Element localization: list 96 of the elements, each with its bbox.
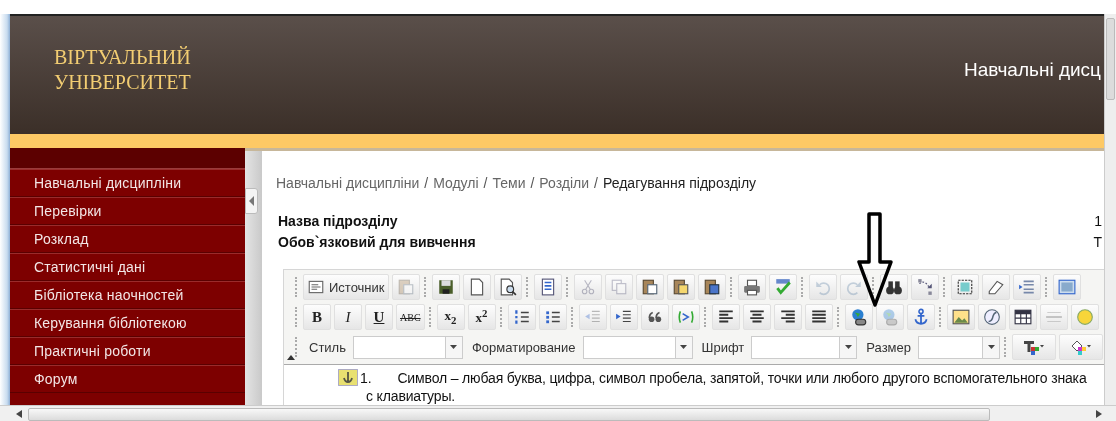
div-icon: [676, 308, 695, 326]
numbered-list-icon: [512, 308, 531, 326]
breadcrumb-current: Редагування підрозділу: [603, 175, 757, 191]
caret-icon: [844, 345, 852, 349]
toolbar-button[interactable]: [737, 274, 766, 300]
caret-icon: [987, 345, 995, 349]
toolbar-button[interactable]: [950, 274, 979, 300]
dropdown-field[interactable]: [352, 335, 463, 359]
toolbar-button[interactable]: [742, 304, 771, 330]
toolbar-button[interactable]: [666, 274, 695, 300]
field-value: 1: [1094, 212, 1102, 231]
toolbar-button[interactable]: [773, 304, 802, 330]
clipboard-icon: [396, 278, 415, 296]
toolbar-button[interactable]: B: [303, 304, 331, 330]
toolbar-button[interactable]: Источник: [303, 274, 389, 300]
caret-icon: [680, 345, 688, 349]
sidebar-item[interactable]: Практичні роботи: [10, 337, 245, 365]
toolbar-button[interactable]: ABC: [396, 304, 425, 330]
window-icon: [1057, 278, 1076, 296]
toolbar-button[interactable]: [462, 274, 491, 300]
toolbar-button[interactable]: [1008, 304, 1037, 330]
combo-label: Форматирование: [471, 339, 576, 355]
toolbar-button[interactable]: [640, 304, 669, 330]
dropdown-field[interactable]: [751, 335, 858, 359]
breadcrumb-separator: /: [594, 175, 598, 191]
toolbar-button[interactable]: U: [365, 304, 393, 330]
caret-icon: [450, 345, 458, 349]
horizontal-scrollbar[interactable]: [0, 405, 1116, 421]
eraser-icon: [986, 278, 1005, 296]
sidebar-item[interactable]: Бібліотека наочностей: [10, 281, 245, 309]
field-label: Назва підрозділу: [278, 212, 398, 231]
toolbar-button[interactable]: [431, 274, 460, 300]
field-label: Обов`язковий для вивчення: [278, 233, 476, 252]
bulleted-list-icon: [543, 308, 562, 326]
globe-link-icon: [880, 308, 899, 326]
field-value: Т: [1093, 233, 1102, 252]
toolbar-button[interactable]: [635, 274, 664, 300]
site-logo: ВІРТУАЛЬНИЙ УНІВЕРСИТЕТ: [54, 45, 192, 95]
page-break-icon: [1017, 278, 1036, 296]
clipboard-icon: [702, 278, 721, 296]
editor-text-area[interactable]: 1. Символ – любая буква, цифра, символ пробела, запятой, точки или любого другого вспомогательного знака с клавиатуры.: [284, 364, 1104, 405]
text-color-icon: [1023, 338, 1045, 356]
checkmark-icon: [773, 278, 792, 296]
flash-icon: [982, 308, 1001, 326]
toolbar-button[interactable]: [533, 274, 562, 300]
binoculars-icon: [884, 278, 903, 296]
sidebar-item[interactable]: Статистичні дані: [10, 253, 245, 281]
dropdown-field[interactable]: [582, 335, 693, 359]
anchor-marker-icon: [338, 369, 358, 386]
clipboard-icon: [671, 278, 690, 296]
breadcrumb-separator: /: [424, 175, 429, 191]
globe-link-icon: [849, 308, 868, 326]
vertical-scrollbar[interactable]: [1104, 14, 1116, 405]
page-magnifier-icon: [498, 278, 517, 296]
breadcrumb-link[interactable]: Навчальні дисципліни: [276, 175, 420, 191]
sidebar-item[interactable]: Форум: [10, 365, 245, 393]
breadcrumb-link[interactable]: Розділи: [539, 175, 590, 191]
combo-label: Шрифт: [701, 339, 745, 355]
color-button[interactable]: [1059, 334, 1103, 360]
breadcrumb-separator: /: [483, 175, 488, 191]
source-icon: [307, 278, 325, 296]
select-all-icon: [955, 278, 974, 296]
sidebar-item[interactable]: Навчальні дисципліни: [10, 169, 245, 197]
paragraph-text: с клавиатуры.: [365, 388, 457, 404]
combo-label: Размер: [866, 339, 911, 355]
copy-icon: [609, 278, 628, 296]
scroll-left-icon[interactable]: [16, 410, 22, 418]
clipboard-icon: [640, 278, 659, 296]
scroll-right-icon[interactable]: [1096, 410, 1102, 418]
breadcrumb-separator: /: [530, 175, 535, 191]
sidebar-item[interactable]: Керування бібліотекою: [10, 309, 245, 337]
toolbar-button[interactable]: x$^{2}$: [467, 304, 496, 330]
collapse-icon[interactable]: [287, 355, 295, 360]
toolbar-button[interactable]: [804, 304, 833, 330]
breadcrumb-link[interactable]: Теми: [492, 175, 526, 191]
breadcrumb-link[interactable]: Модулі: [433, 175, 479, 191]
dropdown-field[interactable]: [918, 335, 1000, 359]
collapse-handle[interactable]: [245, 188, 258, 214]
sidebar-item[interactable]: Розклад: [10, 225, 245, 253]
combo-label: Стиль: [309, 339, 346, 355]
toolbar-button[interactable]: x$_{2}$: [436, 304, 465, 330]
replace-icon: [915, 278, 934, 296]
toolbar-button[interactable]: [697, 274, 726, 300]
list-number: 1.: [360, 369, 372, 386]
sidebar-item[interactable]: Перевірки: [10, 197, 245, 225]
page-title: Навчальні дисц: [963, 59, 1101, 81]
color-button[interactable]: [1012, 334, 1056, 360]
printer-icon: [742, 278, 761, 296]
paragraph-text: Символ – любая буква, цифра, символ пробела, запятой, точки или любого другого вспомогательного знака: [397, 369, 1087, 386]
paint-bucket-icon: [1070, 338, 1092, 356]
table-icon: [1013, 308, 1032, 326]
toolbar-button[interactable]: I: [334, 304, 362, 330]
toolbar-button[interactable]: [711, 304, 740, 330]
toolbar-button[interactable]: [493, 274, 522, 300]
image-icon: [951, 308, 970, 326]
toolbar-button[interactable]: [844, 304, 873, 330]
